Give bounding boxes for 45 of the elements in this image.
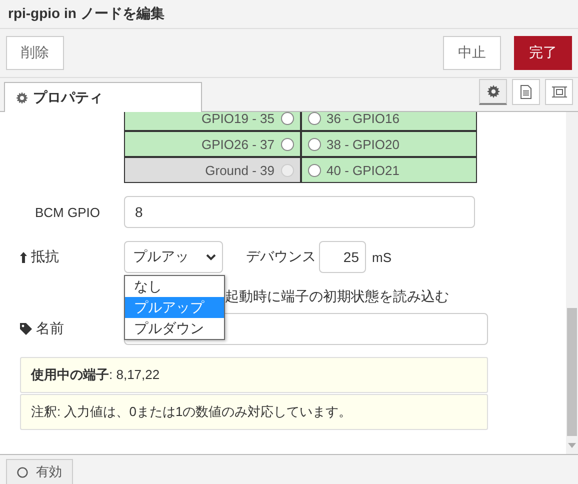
- settings-button[interactable]: [479, 79, 507, 105]
- document-button[interactable]: [512, 79, 540, 105]
- pin-cell[interactable]: GPIO26 - 37: [125, 132, 302, 156]
- frame-button[interactable]: [545, 79, 573, 105]
- circle-icon: [17, 466, 28, 478]
- info-box: 注釈: 入力値は、0または1の数値のみ対応しています。: [20, 394, 488, 430]
- gear-icon: [16, 92, 28, 104]
- field-label: 抵抗: [31, 248, 59, 266]
- enabled-toggle[interactable]: 有効: [6, 459, 73, 484]
- chevron-down-icon: [206, 254, 216, 260]
- info-box: 使用中の端子: 8,17,22: [20, 357, 488, 393]
- radio-button[interactable]: [308, 112, 320, 124]
- document-icon: [520, 85, 532, 99]
- frame-icon: [552, 85, 566, 99]
- dropdown-option[interactable]: なし: [125, 276, 224, 297]
- cancel-button[interactable]: 中止: [443, 36, 501, 70]
- done-button[interactable]: 完了: [514, 36, 572, 70]
- unit-label: mS: [372, 250, 392, 264]
- field-label: デバウンス: [246, 248, 316, 266]
- pin-cell[interactable]: 38 - GPIO20: [302, 132, 476, 156]
- dropdown-option[interactable]: プルダウン: [125, 318, 224, 339]
- pin-cell[interactable]: 36 - GPIO16: [302, 112, 476, 130]
- delete-button[interactable]: 削除: [6, 36, 64, 70]
- arrow-up-icon: [20, 252, 27, 262]
- pin-cell[interactable]: Ground - 39: [125, 158, 302, 182]
- radio-button[interactable]: [280, 164, 294, 176]
- field-label: 名前: [36, 320, 64, 338]
- dropdown-option[interactable]: プルアップ: [125, 297, 224, 318]
- scrollbar[interactable]: [566, 112, 578, 454]
- resistor-select[interactable]: プルアッ: [124, 241, 223, 273]
- radio-button[interactable]: [308, 164, 320, 176]
- pin-cell[interactable]: 40 - GPIO21: [302, 158, 476, 182]
- debounce-field[interactable]: 25: [319, 241, 366, 273]
- scroll-down-icon[interactable]: [568, 443, 576, 448]
- bcm-gpio-field[interactable]: 8: [124, 196, 475, 228]
- radio-button[interactable]: [308, 138, 320, 150]
- radio-button[interactable]: [280, 112, 294, 124]
- dialog-title: rpi-gpio in ノードを編集: [8, 5, 164, 23]
- pin-cell[interactable]: GPIO19 - 35: [125, 112, 302, 130]
- gear-icon: [486, 85, 500, 98]
- checkbox-label: 起動時に端子の初期状態を読み込む: [225, 288, 449, 306]
- tag-icon: [20, 322, 32, 334]
- properties-tab[interactable]: プロパティ: [4, 82, 202, 112]
- radio-button[interactable]: [280, 138, 294, 150]
- field-label: BCM GPIO: [34, 204, 102, 220]
